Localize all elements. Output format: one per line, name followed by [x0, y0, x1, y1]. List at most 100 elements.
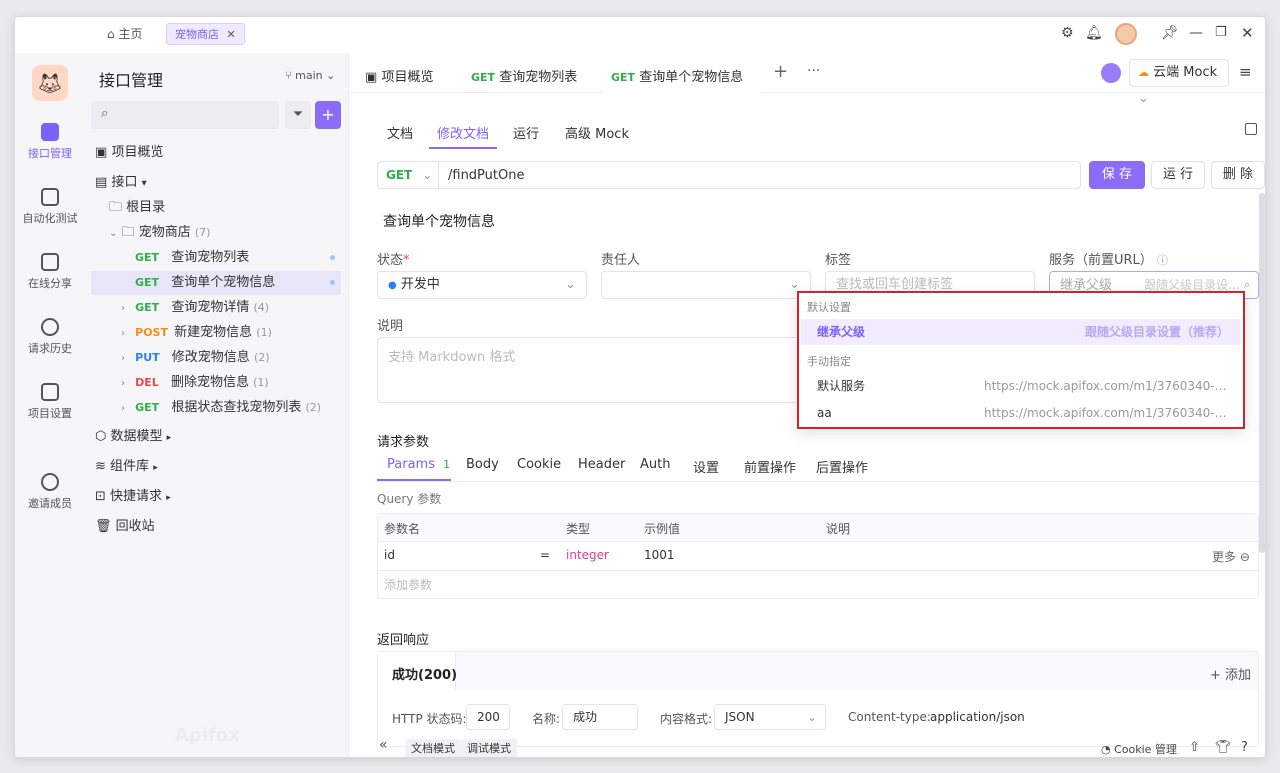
menu-icon[interactable]: ≡	[1239, 63, 1252, 81]
rail-item-settings[interactable]: 项目设置	[15, 383, 85, 421]
panel-toggle-icon[interactable]	[1245, 123, 1257, 135]
more-tabs-icon[interactable]: ···	[807, 63, 820, 79]
scrollbar[interactable]	[1259, 193, 1265, 553]
upload-icon[interactable]: ⇧	[1189, 740, 1200, 755]
table-header	[378, 514, 1258, 542]
params-table: 参数名 类型 示例值 说明 id = integer 1001 更多 ⊖ 添加参…	[377, 513, 1259, 599]
param-type-cell[interactable]: integer	[566, 548, 609, 562]
tree-endpoint[interactable]: › GET 查询宠物详情 (4)	[121, 296, 269, 320]
path-input[interactable]: /findPutOne	[448, 168, 524, 183]
app-logo-icon: 🦊︎	[32, 65, 68, 101]
add-response-button[interactable]: + 添加	[1210, 664, 1251, 683]
params-tab-cookie[interactable]: Cookie	[517, 457, 561, 472]
rail-item-history[interactable]: 请求历史	[15, 318, 85, 356]
tree-endpoint[interactable]: › DEL 删除宠物信息 (1)	[121, 371, 269, 395]
cookie-manager[interactable]: ◔ Cookie 管理	[1101, 741, 1177, 757]
rail-item-invite[interactable]: 邀请成员	[15, 473, 85, 511]
window-close-icon[interactable]: ✕	[1241, 24, 1254, 42]
tab-list[interactable]: GET 查询宠物列表	[471, 66, 577, 85]
sidebar-search-input[interactable]: ⌕	[91, 101, 279, 129]
format-select[interactable]: JSON ⌄	[714, 704, 826, 730]
bell-icon[interactable]: 🔔︎	[1085, 25, 1103, 41]
rail-item-autotest[interactable]: 自动化测试	[15, 188, 85, 226]
project-tab[interactable]: 宠物商店 ✕	[166, 23, 245, 45]
rail-item-share[interactable]: 在线分享	[15, 253, 85, 291]
ctype-value: application/json	[930, 710, 1025, 724]
avatar[interactable]	[1115, 23, 1137, 45]
run-button[interactable]: 运 行	[1151, 161, 1205, 189]
settings-icon[interactable]: ⚙	[1061, 25, 1074, 41]
restore-icon[interactable]: ❐	[1215, 25, 1227, 40]
tree-components[interactable]: ≋ 组件库 ▸	[95, 455, 158, 479]
param-name-cell[interactable]: id	[384, 548, 395, 562]
filter-icon[interactable]: ⏷	[285, 101, 311, 129]
save-button[interactable]: 保 存	[1089, 161, 1145, 189]
tree-api-root[interactable]: ▤ 接口 ▾	[95, 171, 147, 195]
close-icon[interactable]: ✕	[227, 28, 236, 41]
tree-endpoint[interactable]: › GET 根据状态查找宠物列表 (2)	[121, 396, 321, 420]
minimize-icon[interactable]: —	[1189, 25, 1203, 41]
tree-endpoint-active[interactable]: GET 查询单个宠物信息	[91, 271, 341, 295]
params-tab-settings[interactable]: 设置	[693, 457, 719, 476]
api-title[interactable]: 查询单个宠物信息	[383, 211, 495, 231]
tree-data-model[interactable]: ⬡ 数据模型 ▸	[95, 425, 171, 449]
owner-select[interactable]: ⌄	[601, 271, 811, 299]
add-tab-icon[interactable]: +	[773, 61, 788, 82]
col-name: 参数名	[384, 522, 421, 536]
add-button[interactable]: +	[315, 101, 341, 129]
pin-icon[interactable]: 📌︎	[1161, 25, 1179, 41]
debug-mode-button[interactable]: 调试模式	[461, 739, 517, 757]
tab-detail-active[interactable]: GET 查询单个宠物信息	[611, 66, 743, 85]
tree-quick-request[interactable]: ⊡ 快捷请求 ▸	[95, 485, 171, 509]
desc-editor[interactable]: 支持 Markdown 格式	[377, 337, 807, 403]
doc-mode-button[interactable]: 文档模式	[405, 739, 461, 757]
service-option-inherit[interactable]: 继承父级 跟随父级目录设置（推荐）	[801, 319, 1241, 345]
http-status-input[interactable]: 200	[466, 704, 510, 730]
chevron-right-icon: ›	[121, 378, 125, 389]
add-param-input[interactable]: 添加参数	[384, 576, 432, 593]
tree-endpoint[interactable]: GET 查询宠物列表	[135, 246, 335, 270]
shirt-icon[interactable]: 👕︎	[1215, 740, 1232, 755]
subtab-run[interactable]: 运行	[513, 123, 539, 142]
collapse-left-icon[interactable]: «	[379, 737, 388, 753]
remove-circle-icon[interactable]: ⊖	[1240, 550, 1250, 564]
param-more[interactable]: 更多 ⊖	[1212, 548, 1250, 565]
params-tab-post[interactable]: 后置操作	[816, 457, 868, 476]
branch-selector[interactable]: ⑂ main ⌄	[285, 69, 335, 82]
subtab-doc[interactable]: 文档	[387, 123, 413, 142]
chevron-down-icon: ⌄	[326, 69, 336, 82]
response-name-input[interactable]: 成功	[562, 704, 638, 730]
home-tab[interactable]: ⌂ 主页	[107, 25, 142, 42]
service-option[interactable]: aa https://mock.apifox.com/m1/3760340-0-…	[801, 400, 1241, 426]
method-select[interactable]: GET ⌄	[386, 168, 432, 182]
params-tab-auth[interactable]: Auth	[640, 457, 670, 472]
help-icon[interactable]: ?	[1241, 740, 1248, 755]
status-select[interactable]: ● 开发中 ⌄	[377, 271, 587, 299]
params-tab-pre[interactable]: 前置操作	[744, 457, 796, 476]
subtab-edit[interactable]: 修改文档	[437, 123, 489, 142]
params-tab-header[interactable]: Header	[578, 457, 625, 472]
params-tab-body[interactable]: Body	[466, 457, 499, 472]
quick-request-icon: ⊡	[95, 489, 106, 504]
params-tab-params[interactable]: Params 1	[387, 457, 450, 472]
rail-item-api[interactable]: 接口管理	[15, 123, 85, 161]
response-section-title: 返回响应	[377, 633, 430, 648]
tree-endpoint[interactable]: › PUT 修改宠物信息 (2)	[121, 346, 270, 370]
subtab-mock[interactable]: 高级 Mock	[565, 123, 629, 142]
tab-overview[interactable]: ▣ 项目概览	[365, 66, 433, 85]
bottom-bar: « 文档模式 调试模式 ◔ Cookie 管理 ⇧ 👕︎ ?	[349, 737, 1265, 757]
tree-recycle[interactable]: 🗑︎ 回收站	[95, 515, 155, 539]
chevron-down-icon: ⌄	[422, 168, 433, 182]
delete-button[interactable]: 删 除	[1211, 161, 1265, 189]
sync-icon[interactable]	[1101, 63, 1121, 83]
tree-root-dir[interactable]: 🗀︎ 根目录	[109, 196, 165, 220]
params-section-title: 请求参数	[377, 435, 430, 450]
service-option[interactable]: 默认服务 https://mock.apifox.com/m1/3760340-…	[801, 373, 1241, 399]
response-tab-success[interactable]: 成功(200)	[392, 664, 457, 683]
param-example-cell[interactable]: 1001	[644, 548, 675, 562]
status-dot-icon: ●	[388, 280, 397, 291]
environment-select[interactable]: ☁ 云端 Mock ⌄	[1129, 59, 1229, 106]
tree-endpoint[interactable]: › POST 新建宠物信息 (1)	[121, 321, 272, 345]
tree-folder-petstore[interactable]: ⌄ 🗀︎ 宠物商店 (7)	[109, 221, 210, 245]
tree-overview[interactable]: ▣ 项目概览	[95, 141, 163, 165]
